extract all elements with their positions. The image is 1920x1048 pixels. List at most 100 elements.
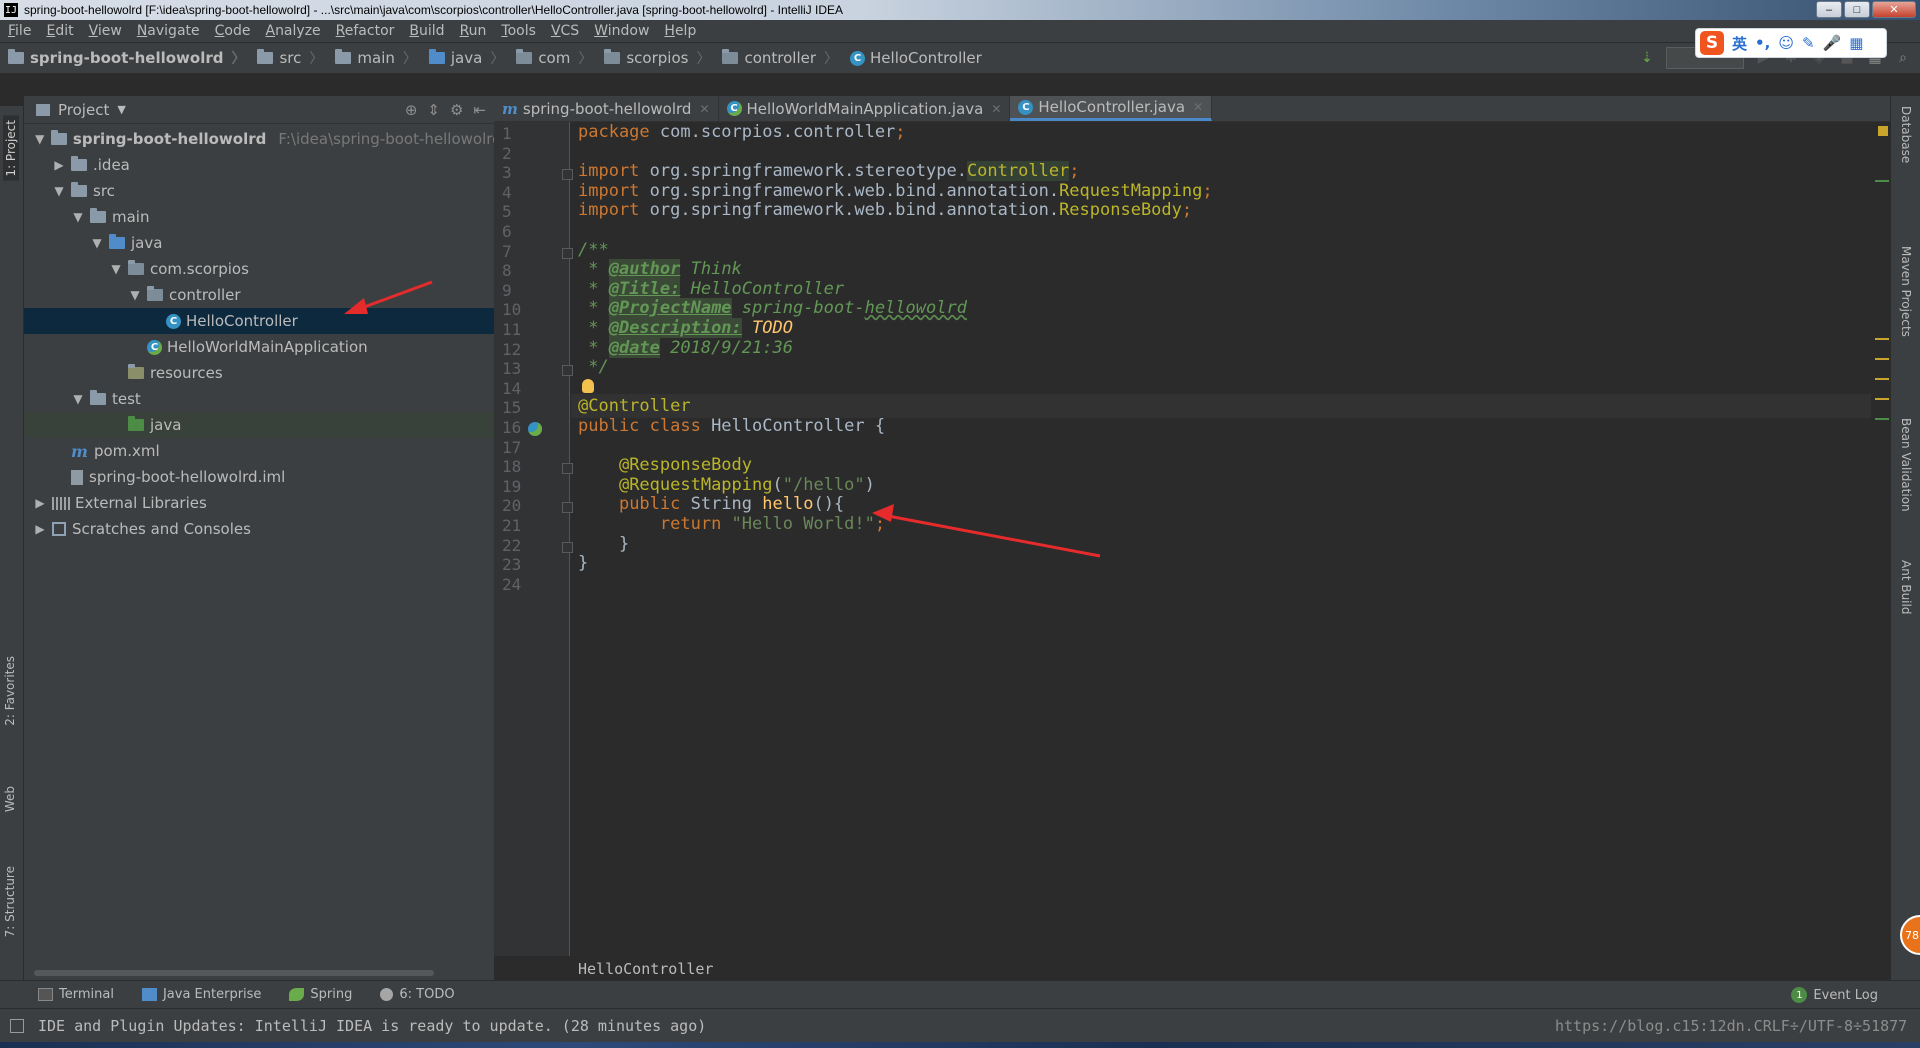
menu-run[interactable]: Run — [452, 23, 494, 39]
tree-item-main[interactable]: ▼ main — [24, 204, 494, 230]
menu-tools[interactable]: Tools — [493, 23, 543, 39]
fold-marker-icon[interactable] — [562, 541, 573, 553]
code-line[interactable]: */ — [578, 355, 608, 379]
line-number[interactable]: 9 — [502, 281, 530, 300]
stripe-marker[interactable] — [1875, 398, 1889, 400]
line-number[interactable]: 2 — [502, 144, 530, 163]
tool-tab-maven-projects[interactable]: Maven Projects — [1899, 246, 1913, 337]
menu-navigate[interactable]: Navigate — [129, 23, 207, 39]
code-line[interactable]: public class HelloController { — [578, 414, 885, 438]
breadcrumb-main[interactable]: main 〉 — [327, 48, 420, 68]
tool-tab-todo[interactable]: 6: TODO — [366, 987, 468, 1002]
project-view-selector[interactable]: Project — [58, 101, 109, 119]
line-number[interactable]: 7 — [502, 242, 530, 261]
line-number[interactable]: 24 — [502, 575, 530, 594]
tool-tab-project[interactable]: 1: Project — [3, 116, 19, 181]
close-tab-icon[interactable]: ✕ — [699, 102, 709, 116]
expanded-arrow-icon[interactable]: ▼ — [70, 210, 86, 224]
line-number[interactable]: 8 — [502, 261, 530, 280]
status-message[interactable]: IDE and Plugin Updates: IntelliJ IDEA is… — [38, 1017, 706, 1035]
tool-tab-ant-build[interactable]: Ant Build — [1899, 560, 1913, 614]
close-button[interactable]: ✕ — [1872, 1, 1916, 18]
ime-language-toggle[interactable]: 英 — [1732, 33, 1747, 54]
tree-item-java[interactable]: java — [24, 412, 494, 438]
menu-refactor[interactable]: Refactor — [328, 23, 402, 39]
project-horizontal-scrollbar[interactable] — [34, 970, 434, 976]
line-number[interactable]: 4 — [502, 183, 530, 202]
minimize-button[interactable]: – — [1816, 1, 1842, 18]
expanded-arrow-icon[interactable]: ▼ — [108, 262, 124, 276]
menu-code[interactable]: Code — [207, 23, 258, 39]
chevron-down-icon[interactable]: ▼ — [117, 103, 125, 116]
breadcrumb-com[interactable]: com 〉 — [508, 48, 596, 68]
close-tab-icon[interactable]: ✕ — [1193, 100, 1203, 114]
fold-marker-icon[interactable] — [562, 169, 573, 181]
line-number[interactable]: 18 — [502, 457, 530, 476]
fold-marker-icon[interactable] — [562, 365, 573, 377]
hide-panel-icon[interactable]: ⇤ — [473, 101, 486, 119]
breadcrumb-java[interactable]: java 〉 — [421, 48, 508, 68]
maximize-button[interactable]: □ — [1844, 1, 1870, 18]
ime-emoji-icon[interactable]: ☺ — [1778, 34, 1794, 52]
line-number[interactable]: 6 — [502, 222, 530, 241]
menu-view[interactable]: View — [81, 23, 129, 39]
expanded-arrow-icon[interactable]: ▼ — [32, 132, 47, 146]
line-number[interactable]: 1 — [502, 124, 530, 143]
inspection-status-icon[interactable] — [1878, 126, 1888, 136]
breadcrumb-scorpios[interactable]: scorpios 〉 — [596, 48, 714, 68]
expanded-arrow-icon[interactable]: ▼ — [70, 392, 86, 406]
menu-build[interactable]: Build — [401, 23, 451, 39]
tool-tab-spring[interactable]: Spring — [275, 987, 366, 1002]
error-stripe[interactable] — [1875, 122, 1890, 956]
line-number[interactable]: 16 — [502, 418, 530, 437]
tree-item-test[interactable]: ▼ test — [24, 386, 494, 412]
sogou-logo-icon[interactable]: S — [1700, 31, 1724, 55]
editor-breadcrumb[interactable]: HelloController — [578, 960, 713, 978]
menu-help[interactable]: Help — [656, 23, 703, 39]
code-line[interactable]: } — [578, 551, 588, 575]
tree-item-com-scorpios[interactable]: ▼ com.scorpios — [24, 256, 494, 282]
spring-bean-gutter-icon[interactable] — [528, 422, 542, 436]
stripe-marker[interactable] — [1875, 180, 1889, 182]
tree-item-java[interactable]: ▼ java — [24, 230, 494, 256]
tree-item-src[interactable]: ▼ src — [24, 178, 494, 204]
toggle-tool-windows-icon[interactable] — [10, 1019, 24, 1033]
fold-marker-icon[interactable] — [562, 463, 573, 475]
code-line[interactable]: * @date 2018/9/21:36 — [578, 336, 793, 360]
line-number[interactable]: 21 — [502, 516, 530, 535]
line-number[interactable]: 5 — [502, 202, 530, 221]
breadcrumb-controller[interactable]: controller 〉 — [714, 48, 842, 68]
menu-file[interactable]: File — [0, 23, 38, 39]
expanded-arrow-icon[interactable]: ▼ — [89, 236, 105, 250]
tool-tab-java-enterprise[interactable]: Java Enterprise — [128, 987, 275, 1002]
stripe-marker[interactable] — [1875, 418, 1889, 420]
ime-toolbar[interactable]: S 英 •, ☺ ✎ 🎤 ▦ — [1695, 28, 1887, 58]
locate-file-icon[interactable]: ⊕ — [405, 101, 418, 119]
fold-marker-icon[interactable] — [562, 247, 573, 259]
tool-tab-favorites[interactable]: 2: Favorites — [3, 656, 17, 726]
stripe-marker[interactable] — [1875, 338, 1889, 340]
menu-vcs[interactable]: VCS — [543, 23, 586, 39]
code-line[interactable]: package com.scorpios.controller; — [578, 120, 906, 144]
line-number[interactable]: 12 — [502, 340, 530, 359]
line-number[interactable]: 10 — [502, 300, 530, 319]
line-number[interactable]: 22 — [502, 536, 530, 555]
tree-item-controller[interactable]: ▼ controller — [24, 282, 494, 308]
ime-toolbox-icon[interactable]: ▦ — [1849, 34, 1863, 52]
stripe-marker[interactable] — [1875, 358, 1889, 360]
search-everywhere-icon[interactable]: ⌕ — [1894, 49, 1912, 67]
line-number[interactable]: 15 — [502, 398, 530, 417]
line-number[interactable]: 20 — [502, 496, 530, 515]
editor-tab-helloworldmainapplication-java[interactable]: C HelloWorldMainApplication.java ✕ — [719, 96, 1011, 121]
build-icon[interactable]: ⇣ — [1638, 49, 1656, 67]
line-number[interactable]: 3 — [502, 163, 530, 182]
tool-tab-structure[interactable]: 7: Structure — [3, 866, 17, 937]
line-number[interactable]: 11 — [502, 320, 530, 339]
collapse-all-icon[interactable]: ⇕ — [427, 101, 440, 119]
menu-edit[interactable]: Edit — [38, 23, 80, 39]
line-number[interactable]: 19 — [502, 477, 530, 496]
tree-item-resources[interactable]: resources — [24, 360, 494, 386]
line-number[interactable]: 14 — [502, 379, 530, 398]
collapsed-arrow-icon[interactable]: ▶ — [32, 496, 48, 510]
stripe-marker[interactable] — [1875, 378, 1889, 380]
